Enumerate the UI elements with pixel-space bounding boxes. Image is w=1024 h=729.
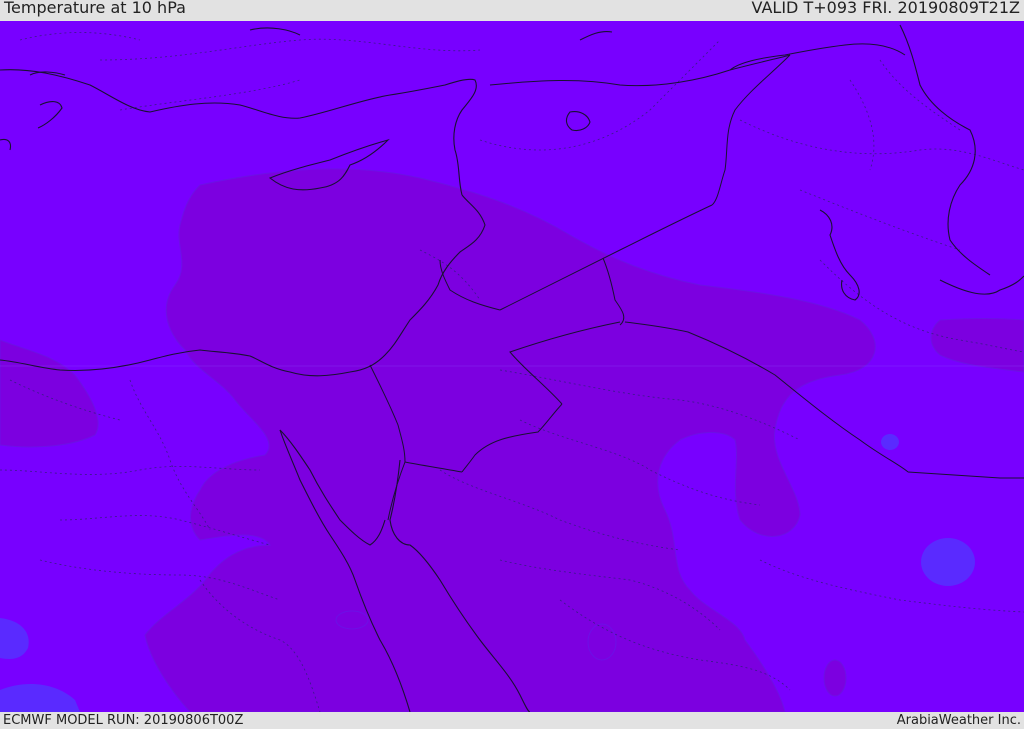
temperature-spot-c [335, 610, 369, 630]
weather-map[interactable] [0, 21, 1024, 712]
model-run: ECMWF MODEL RUN: 20190806T00Z [3, 713, 244, 728]
valid-time: VALID T+093 FRI. 20190809T21Z [751, 0, 1020, 17]
cold-spot-east [921, 538, 975, 586]
temperature-spot-a [587, 623, 617, 661]
temperature-spot-b [823, 659, 847, 697]
map-title: Temperature at 10 hPa [4, 0, 186, 17]
cold-spot-small [881, 434, 899, 450]
header-bar: Temperature at 10 hPa VALID T+093 FRI. 2… [0, 0, 1024, 21]
credit-text: ArabiaWeather Inc. [896, 713, 1021, 728]
footer-bar: ECMWF MODEL RUN: 20190806T00Z ArabiaWeat… [0, 712, 1024, 729]
